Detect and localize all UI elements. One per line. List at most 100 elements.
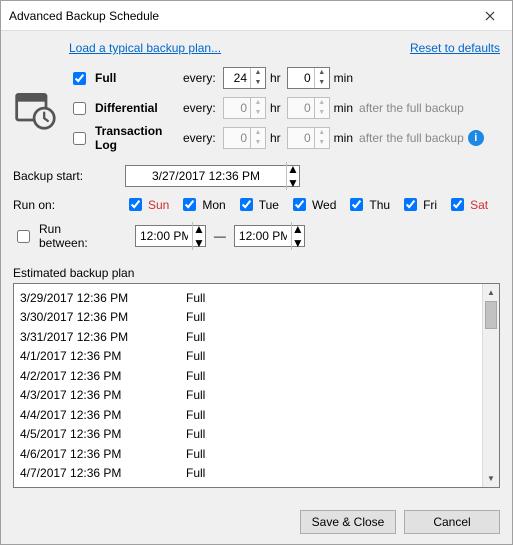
plan-type: Full	[186, 427, 205, 441]
down-arrow-icon[interactable]: ▼	[292, 236, 304, 250]
diff-suffix: after the full backup	[359, 101, 464, 115]
plan-datetime: 4/1/2017 12:36 PM	[20, 349, 186, 363]
run-on-label: Run on:	[13, 198, 113, 212]
plan-datetime: 4/3/2017 12:36 PM	[20, 388, 186, 402]
run-between-checkbox[interactable]	[17, 230, 30, 243]
plan-row[interactable]: 4/3/2017 12:36 PMFull	[20, 386, 482, 406]
backup-start-label: Backup start:	[13, 169, 113, 183]
day-tue[interactable]: Tue	[236, 195, 279, 214]
day-label: Tue	[259, 198, 279, 212]
scrollbar[interactable]: ▲ ▼	[482, 284, 499, 487]
backup-start-field[interactable]: ▲▼	[125, 165, 300, 187]
full-checkbox[interactable]	[73, 72, 86, 85]
min-unit: min	[334, 131, 353, 145]
dialog-content: Load a typical backup plan... Reset to d…	[1, 31, 512, 500]
plan-datetime: 4/7/2017 12:36 PM	[20, 466, 186, 480]
min-unit: min	[334, 71, 353, 85]
plan-row[interactable]: 3/30/2017 12:36 PMFull	[20, 308, 482, 328]
plan-datetime: 3/30/2017 12:36 PM	[20, 310, 186, 324]
differential-checkbox[interactable]	[73, 102, 86, 115]
day-thu[interactable]: Thu	[346, 195, 390, 214]
day-wed[interactable]: Wed	[289, 195, 336, 214]
down-arrow-icon: ▼	[251, 108, 265, 118]
save-close-button[interactable]: Save & Close	[300, 510, 396, 534]
up-arrow-icon[interactable]: ▲	[287, 162, 299, 176]
plan-type: Full	[186, 310, 205, 324]
plan-type: Full	[186, 330, 205, 344]
diff-min-stepper[interactable]: ▲▼	[287, 97, 330, 119]
full-label: Full	[95, 71, 116, 85]
day-checkbox[interactable]	[404, 198, 417, 211]
plan-list[interactable]: 3/29/2017 12:36 PMFull3/30/2017 12:36 PM…	[14, 284, 482, 487]
plan-row[interactable]: 4/2/2017 12:36 PMFull	[20, 366, 482, 386]
day-label: Thu	[369, 198, 390, 212]
plan-datetime: 3/31/2017 12:36 PM	[20, 330, 186, 344]
plan-type: Full	[186, 388, 205, 402]
day-checkbox[interactable]	[350, 198, 363, 211]
up-arrow-icon: ▲	[315, 128, 329, 138]
day-label: Fri	[423, 198, 437, 212]
day-mon[interactable]: Mon	[179, 195, 225, 214]
day-label: Sat	[470, 198, 488, 212]
dialog-window: Advanced Backup Schedule Load a typical …	[0, 0, 513, 545]
day-fri[interactable]: Fri	[400, 195, 437, 214]
full-min-stepper[interactable]: ▲▼	[287, 67, 330, 89]
down-arrow-icon[interactable]: ▼	[315, 78, 329, 88]
close-button[interactable]	[467, 1, 512, 31]
day-checkbox[interactable]	[451, 198, 464, 211]
plan-row[interactable]: 4/4/2017 12:36 PMFull	[20, 405, 482, 425]
diff-hr-stepper[interactable]: ▲▼	[223, 97, 266, 119]
reset-defaults-link[interactable]: Reset to defaults	[410, 41, 500, 55]
day-label: Mon	[202, 198, 225, 212]
run-between-from[interactable]: ▲▼	[135, 225, 206, 247]
run-between-label: Run between:	[39, 222, 113, 250]
day-checkbox[interactable]	[240, 198, 253, 211]
plan-row[interactable]: 4/5/2017 12:36 PMFull	[20, 425, 482, 445]
cancel-button[interactable]: Cancel	[404, 510, 500, 534]
scroll-up-icon[interactable]: ▲	[483, 284, 499, 301]
day-checkbox[interactable]	[129, 198, 142, 211]
every-label: every:	[183, 101, 223, 115]
day-sun[interactable]: Sun	[125, 195, 169, 214]
day-label: Wed	[312, 198, 336, 212]
min-unit: min	[334, 101, 353, 115]
differential-backup-row: Differential every: ▲▼ hr ▲▼ min after t…	[69, 93, 500, 123]
hr-unit: hr	[270, 71, 281, 85]
down-arrow-icon[interactable]: ▼	[193, 236, 205, 250]
up-arrow-icon: ▲	[315, 98, 329, 108]
up-arrow-icon[interactable]: ▲	[251, 68, 265, 78]
down-arrow-icon[interactable]: ▼	[251, 78, 265, 88]
scrollbar-thumb[interactable]	[485, 301, 497, 329]
tlog-min-stepper[interactable]: ▲▼	[287, 127, 330, 149]
schedule-icon	[13, 85, 69, 131]
plan-type: Full	[186, 369, 205, 383]
scroll-down-icon[interactable]: ▼	[483, 470, 499, 487]
up-arrow-icon[interactable]: ▲	[193, 222, 205, 236]
tlog-checkbox[interactable]	[73, 132, 86, 145]
plan-datetime: 3/29/2017 12:36 PM	[20, 291, 186, 305]
down-arrow-icon[interactable]: ▼	[287, 176, 299, 190]
run-between-to[interactable]: ▲▼	[234, 225, 305, 247]
window-title: Advanced Backup Schedule	[9, 9, 467, 23]
info-icon[interactable]: i	[468, 130, 484, 146]
up-arrow-icon[interactable]: ▲	[315, 68, 329, 78]
day-sat[interactable]: Sat	[447, 195, 488, 214]
tlog-suffix: after the full backup	[359, 131, 464, 145]
plan-row[interactable]: 4/7/2017 12:36 PMFull	[20, 464, 482, 484]
hr-unit: hr	[270, 101, 281, 115]
every-label: every:	[183, 131, 223, 145]
full-hr-stepper[interactable]: ▲▼	[223, 67, 266, 89]
plan-row[interactable]: 4/1/2017 12:36 PMFull	[20, 347, 482, 367]
plan-row[interactable]: 3/29/2017 12:36 PMFull	[20, 288, 482, 308]
hr-unit: hr	[270, 131, 281, 145]
day-checkbox[interactable]	[293, 198, 306, 211]
plan-type: Full	[186, 349, 205, 363]
down-arrow-icon: ▼	[251, 138, 265, 148]
tlog-hr-stepper[interactable]: ▲▼	[223, 127, 266, 149]
day-checkbox[interactable]	[183, 198, 196, 211]
up-arrow-icon[interactable]: ▲	[292, 222, 304, 236]
load-plan-link[interactable]: Load a typical backup plan...	[69, 41, 221, 55]
plan-row[interactable]: 3/31/2017 12:36 PMFull	[20, 327, 482, 347]
plan-row[interactable]: 4/6/2017 12:36 PMFull	[20, 444, 482, 464]
dash-label: —	[214, 229, 226, 243]
